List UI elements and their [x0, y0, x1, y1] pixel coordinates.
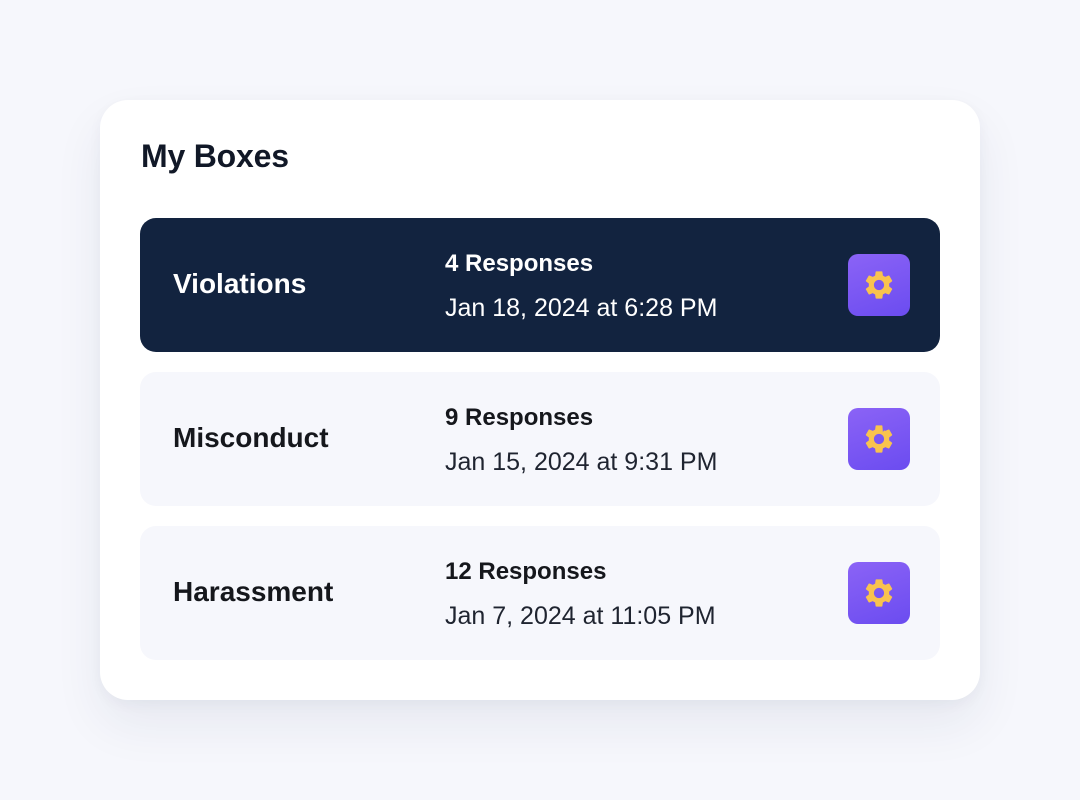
box-settings-button[interactable]: [848, 254, 910, 316]
card-title: My Boxes: [141, 138, 289, 174]
gear-icon: [865, 425, 893, 453]
box-date: Jan 7, 2024 at 11:05 PM: [445, 602, 716, 630]
box-settings-button[interactable]: [848, 562, 910, 624]
box-row-harassment[interactable]: Harassment 12 Responses Jan 7, 2024 at 1…: [140, 526, 940, 660]
box-response-count: 12 Responses: [445, 558, 607, 585]
gear-icon: [865, 579, 893, 607]
gear-icon: [865, 271, 893, 299]
box-response-count: 9 Responses: [445, 404, 594, 431]
box-date: Jan 15, 2024 at 9:31 PM: [445, 448, 718, 476]
box-date: Jan 18, 2024 at 6:28 PM: [445, 294, 718, 322]
box-list: Violations 4 Responses Jan 18, 2024 at 6…: [140, 218, 940, 680]
box-response-count: 4 Responses: [445, 250, 594, 277]
my-boxes-card: My Boxes Violations 4 Responses Jan 18, …: [100, 100, 980, 700]
box-name: Misconduct: [173, 422, 329, 453]
box-row-violations[interactable]: Violations 4 Responses Jan 18, 2024 at 6…: [140, 218, 940, 352]
box-settings-button[interactable]: [848, 408, 910, 470]
box-row-misconduct[interactable]: Misconduct 9 Responses Jan 15, 2024 at 9…: [140, 372, 940, 506]
box-name: Harassment: [173, 576, 334, 607]
box-name: Violations: [173, 268, 307, 299]
